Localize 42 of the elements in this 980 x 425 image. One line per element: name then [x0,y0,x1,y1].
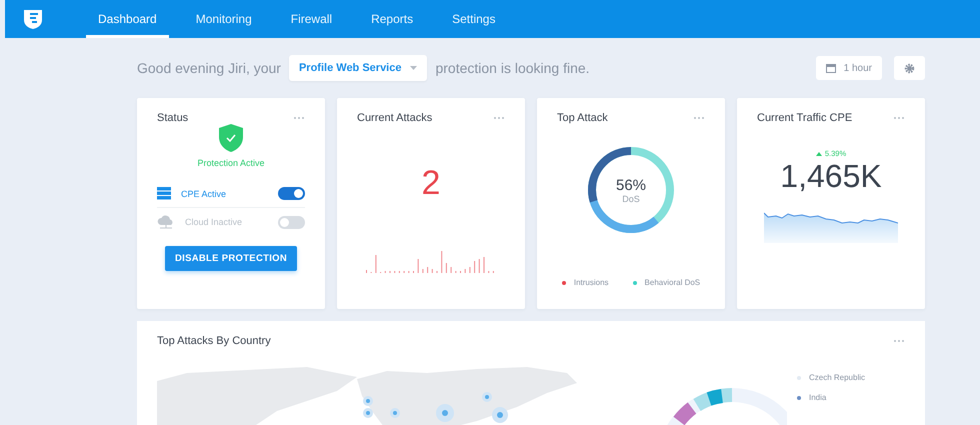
donut-percentage: 56% [616,176,646,194]
service-dropdown[interactable]: Profile Web Service [288,55,428,81]
toggle-switch[interactable] [278,187,305,200]
nav-tab[interactable]: Monitoring [184,0,264,38]
nav-tab[interactable]: Reports [359,0,426,38]
legend-label: India [808,393,826,402]
protection-status: Protection Active [197,158,265,168]
nav-tab[interactable]: Firewall [278,0,344,38]
cloud-icon [157,215,175,229]
more-icon[interactable] [693,116,705,120]
attack-count: 2 [422,164,440,203]
disable-protection-button[interactable]: DISABLE PROTECTION [164,246,297,271]
card-title: Top Attack [557,112,608,124]
panel-title: Top Attacks By Country [157,335,271,347]
traffic-value: 1,465K [780,158,882,195]
logo-icon[interactable] [22,8,44,30]
settings-button[interactable] [894,56,925,80]
calendar-icon [826,64,836,72]
more-icon[interactable] [893,339,905,343]
more-icon[interactable] [293,116,305,120]
caret-icon [410,66,418,70]
up-triangle-icon [816,152,822,156]
server-icon [157,187,171,200]
more-icon[interactable] [493,116,505,120]
time-range-button[interactable]: 1 hour [816,56,882,80]
greeting-text: Good evening Jiri, your [137,60,281,76]
legend-label: Czech Republic [808,373,865,382]
settings-icon [904,62,915,74]
card-title: Current Traffic CPE [757,112,852,124]
card-title: Current Attacks [357,112,432,124]
card-title: Status [157,112,188,124]
donut-label: DoS [622,194,640,204]
legend-label: Intrusions [574,278,609,287]
legend-label: Behavioral DoS [644,278,700,287]
toggle-switch[interactable] [278,216,305,228]
more-icon[interactable] [893,116,905,120]
nav-tab[interactable]: Settings [440,0,508,38]
nav-tab[interactable]: Dashboard [86,0,169,38]
greeting-text: protection is looking fine. [435,60,590,76]
toggle-label: Cloud Inactive [185,217,244,227]
shield-check-icon [219,124,243,152]
toggle-label: CPE Active [181,188,228,198]
